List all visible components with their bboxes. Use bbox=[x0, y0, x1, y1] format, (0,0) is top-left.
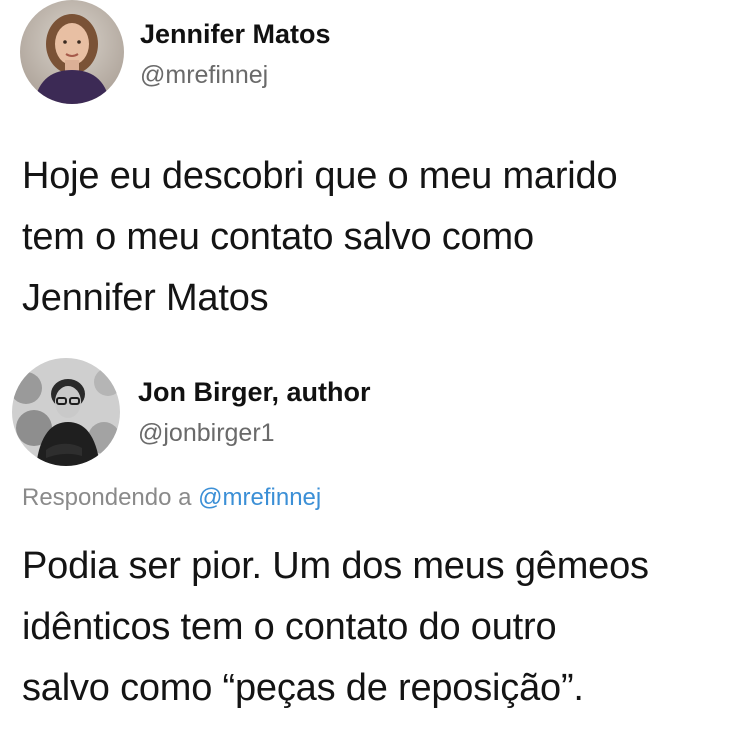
author-handle[interactable]: @mrefinnej bbox=[140, 59, 331, 91]
reply-prefix: Respondendo a bbox=[22, 484, 199, 511]
tweet-text-line: salvo como “peças de reposição”. bbox=[22, 667, 584, 709]
tweet-header: Jon Birger, author @jonbirger1 bbox=[12, 358, 371, 466]
tweet-text-line: Podia ser pior. Um dos meus gêmeos bbox=[22, 545, 649, 587]
reply-context: Respondendo a @mrefinnej bbox=[22, 482, 321, 514]
tweet-text: Hoje eu descobri que o meu marido tem o … bbox=[22, 146, 722, 329]
tweet-reply: Jon Birger, author @jonbirger1 Responden… bbox=[0, 340, 736, 731]
author-name[interactable]: Jon Birger, author bbox=[138, 375, 371, 409]
avatar-jennifer[interactable] bbox=[20, 0, 124, 104]
author-handle[interactable]: @jonbirger1 bbox=[138, 417, 371, 449]
author-info: Jon Birger, author @jonbirger1 bbox=[138, 375, 371, 449]
tweet-header: Jennifer Matos @mrefinnej bbox=[20, 0, 331, 104]
author-name[interactable]: Jennifer Matos bbox=[140, 17, 331, 51]
tweet-text-line: tem o meu contato salvo como bbox=[22, 216, 534, 258]
tweet-text-line: idênticos tem o contato do outro bbox=[22, 606, 557, 648]
author-info: Jennifer Matos @mrefinnej bbox=[140, 13, 331, 91]
tweet-text: Podia ser pior. Um dos meus gêmeos idênt… bbox=[22, 536, 736, 719]
avatar-jon[interactable] bbox=[12, 358, 120, 466]
reply-mention-link[interactable]: @mrefinnej bbox=[198, 484, 321, 511]
tweet-original: Jennifer Matos @mrefinnej Hoje eu descob… bbox=[0, 0, 736, 340]
tweet-text-line: Jennifer Matos bbox=[22, 277, 269, 319]
tweet-text-line: Hoje eu descobri que o meu marido bbox=[22, 155, 618, 197]
